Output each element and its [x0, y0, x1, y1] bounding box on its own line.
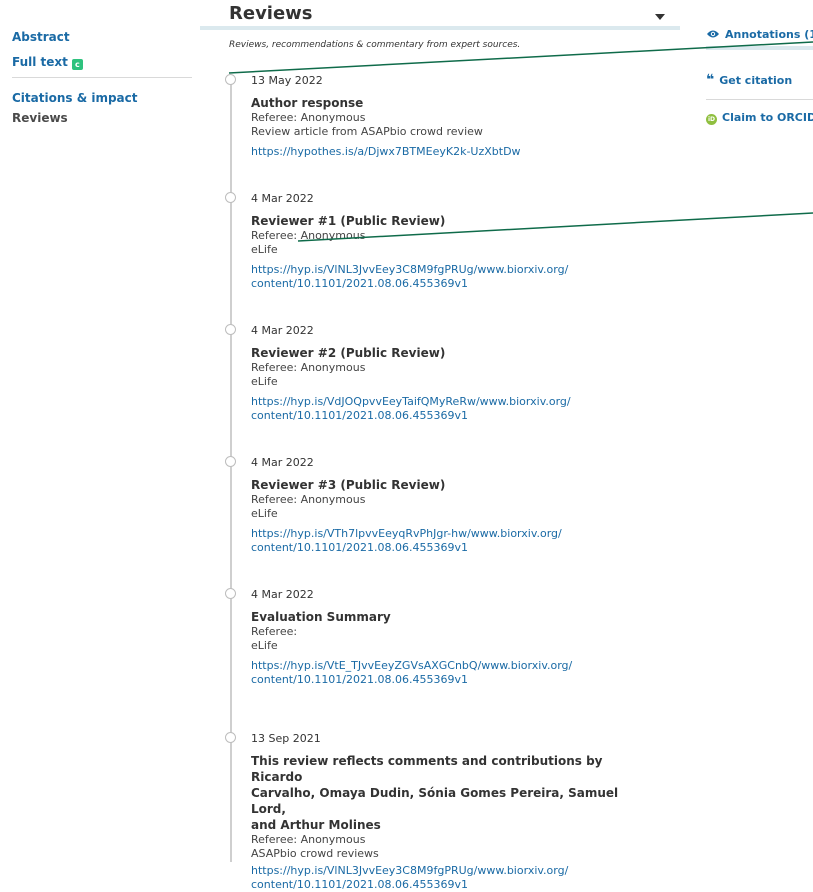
timeline-dot — [225, 732, 236, 743]
review-link-line: content/10.1101/2021.08.06.455369v1 — [251, 541, 468, 554]
review-item: 13 Sep 2021 This review reflects comment… — [251, 732, 651, 892]
review-link-line: https://hyp.is/VtE_TJvvEeyZGVsAXGCnbQ/ww… — [251, 659, 573, 672]
get-citation-label: Get citation — [719, 74, 793, 87]
review-link-line: content/10.1101/2021.08.06.455369v1 — [251, 878, 468, 891]
section-subtitle: Reviews, recommendations & commentary fr… — [229, 40, 521, 50]
review-date: 4 Mar 2022 — [251, 324, 314, 337]
review-date: 13 May 2022 — [251, 74, 323, 87]
timeline-dot — [225, 588, 236, 599]
orcid-icon: iD — [706, 114, 717, 125]
nav-abstract[interactable]: Abstract — [12, 30, 70, 44]
review-item: 4 Mar 2022 Evaluation Summary Referee: e… — [251, 588, 651, 687]
quote-icon: ❝ — [706, 72, 715, 88]
timeline-dot — [225, 456, 236, 467]
review-title: Reviewer #1 (Public Review) — [251, 214, 446, 228]
review-referee: Referee: Anonymous — [251, 229, 366, 242]
review-link-line: https://hyp.is/VlNL3JvvEey3C8M9fgPRUg/ww… — [251, 864, 569, 877]
review-link[interactable]: https://hyp.is/VtE_TJvvEeyZGVsAXGCnbQ/ww… — [251, 659, 651, 687]
review-link-line: https://hyp.is/VTh7lpvvEeyqRvPhJgr-hw/ww… — [251, 527, 562, 540]
page-title: Reviews — [229, 3, 313, 24]
panel-divider — [706, 99, 813, 100]
review-link[interactable]: https://hyp.is/VTh7lpvvEeyqRvPhJgr-hw/ww… — [251, 527, 651, 555]
review-link-line: https://hyp.is/VdJOQpvvEeyTaifQMyReRw/ww… — [251, 395, 571, 408]
review-source: eLife — [251, 243, 278, 256]
annotations-button[interactable]: Annotations (14) — [706, 28, 813, 41]
annotations-label: Annotations (14) — [725, 28, 813, 41]
review-referee: Referee: — [251, 625, 298, 638]
review-source: eLife — [251, 639, 278, 652]
review-source: ASAPbio crowd reviews — [251, 847, 379, 860]
title-rule — [200, 26, 680, 30]
review-title: Evaluation Summary — [251, 610, 391, 624]
nav-full-text-label: Full text — [12, 55, 68, 69]
review-link[interactable]: https://hyp.is/VlNL3JvvEey3C8M9fgPRUg/ww… — [251, 263, 651, 291]
review-source: Review article from ASAPbio crowd review — [251, 125, 483, 138]
review-referee: Referee: Anonymous — [251, 833, 366, 846]
review-link-line: content/10.1101/2021.08.06.455369v1 — [251, 673, 468, 686]
review-link-line: https://hyp.is/VlNL3JvvEey3C8M9fgPRUg/ww… — [251, 263, 569, 276]
review-title: This review reflects comments and contri… — [251, 753, 651, 833]
review-link[interactable]: https://hypothes.is/a/Djwx7BTMEeyK2k-UzX… — [251, 145, 651, 159]
panel-rule — [706, 46, 813, 50]
full-text-icon: c — [71, 59, 83, 70]
review-link[interactable]: https://hyp.is/VdJOQpvvEeyTaifQMyReRw/ww… — [251, 395, 651, 423]
nav-reviews[interactable]: Reviews — [12, 111, 68, 125]
review-link[interactable]: https://hyp.is/VlNL3JvvEey3C8M9fgPRUg/ww… — [251, 864, 651, 892]
review-title-line: This review reflects comments and contri… — [251, 754, 603, 784]
review-source: eLife — [251, 507, 278, 520]
review-date: 4 Mar 2022 — [251, 192, 314, 205]
review-source: eLife — [251, 375, 278, 388]
review-title: Reviewer #3 (Public Review) — [251, 478, 446, 492]
review-title: Reviewer #2 (Public Review) — [251, 346, 446, 360]
review-date: 13 Sep 2021 — [251, 732, 321, 745]
review-referee: Referee: Anonymous — [251, 361, 366, 374]
get-citation-button[interactable]: ❝ Get citation — [706, 72, 792, 88]
eye-icon — [706, 28, 720, 41]
review-date: 4 Mar 2022 — [251, 456, 314, 469]
chevron-down-icon[interactable] — [655, 14, 665, 20]
nav-citations-impact[interactable]: Citations & impact — [12, 91, 138, 105]
claim-orcid-label: Claim to ORCID — [722, 111, 813, 124]
review-title-line: Carvalho, Omaya Dudin, Sónia Gomes Perei… — [251, 786, 619, 816]
timeline-dot — [225, 74, 236, 85]
review-item: 4 Mar 2022 Reviewer #3 (Public Review) R… — [251, 456, 651, 555]
nav-full-text[interactable]: Full text c — [12, 55, 83, 70]
review-link-line: https://hypothes.is/a/Djwx7BTMEeyK2k-UzX… — [251, 145, 521, 158]
review-item: 4 Mar 2022 Reviewer #1 (Public Review) R… — [251, 192, 651, 291]
review-item: 4 Mar 2022 Reviewer #2 (Public Review) R… — [251, 324, 651, 423]
review-link-line: content/10.1101/2021.08.06.455369v1 — [251, 277, 468, 290]
review-date: 4 Mar 2022 — [251, 588, 314, 601]
review-link-line: content/10.1101/2021.08.06.455369v1 — [251, 409, 468, 422]
review-referee: Referee: Anonymous — [251, 111, 366, 124]
review-item: 13 May 2022 Author response Referee: Ano… — [251, 74, 651, 159]
nav-divider — [12, 77, 192, 78]
review-title-line: and Arthur Molines — [251, 818, 381, 832]
review-title: Author response — [251, 96, 364, 110]
timeline-dot — [225, 192, 236, 203]
review-referee: Referee: Anonymous — [251, 493, 366, 506]
timeline-dot — [225, 324, 236, 335]
claim-orcid-button[interactable]: iD Claim to ORCID — [706, 111, 813, 125]
